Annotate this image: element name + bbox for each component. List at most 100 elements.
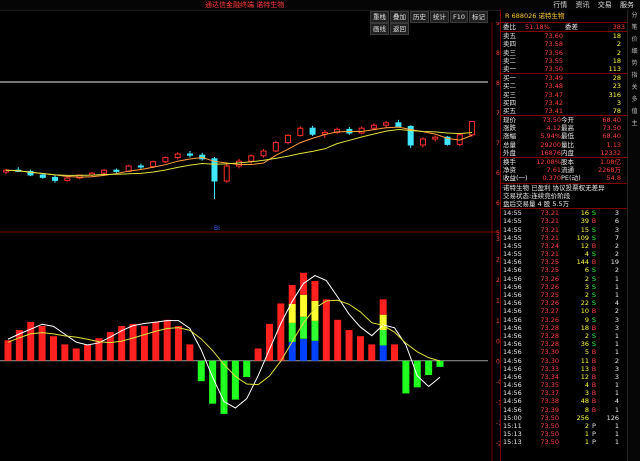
macd-bar xyxy=(197,360,205,382)
tick-volume: 1 xyxy=(584,438,589,447)
stat-value: 54.8 xyxy=(606,174,621,183)
tick-volume: 9 xyxy=(584,315,589,324)
tick-side: S xyxy=(591,233,597,242)
ask-row: 卖五 73.60 18 xyxy=(501,32,627,40)
macd-bar xyxy=(277,303,285,361)
tick-time: 15:13 xyxy=(503,438,522,447)
stat-value: 29200 xyxy=(540,140,561,149)
right-tab[interactable]: 笔 xyxy=(628,22,640,34)
tick-volume: 2 xyxy=(584,331,589,340)
tick-row: 14:55 73.21 16 S 3 xyxy=(501,209,627,217)
tick-time: 14:56 xyxy=(503,307,522,316)
stat-row: 涨跌 4.12 最高 73.50 xyxy=(501,124,627,132)
tick-price: 73.28 xyxy=(540,340,559,349)
tick-price: 73.50 xyxy=(540,413,559,422)
book-volume: 3 xyxy=(616,98,621,107)
tick-price: 73.26 xyxy=(540,315,559,324)
stat-row: 换手 12.08% 股本 1.08亿 xyxy=(501,158,627,166)
note-line: 盘后交易量 4 股 5.5万 xyxy=(503,199,570,208)
tick-count: 2 xyxy=(614,250,619,259)
right-tab[interactable]: 值 xyxy=(628,106,640,118)
tick-side: B xyxy=(591,307,597,316)
tick-side: B xyxy=(591,389,597,398)
right-tab[interactable]: 指 xyxy=(628,70,640,82)
candle-body xyxy=(236,160,242,167)
tick-time: 14:56 xyxy=(503,282,522,291)
tick-volume: 2 xyxy=(584,291,589,299)
tick-time: 14:56 xyxy=(503,389,522,398)
tick-time: 15:00 xyxy=(503,413,522,422)
stat-label: 涨幅 xyxy=(503,132,516,141)
tick-volume: 3 xyxy=(584,282,589,291)
bid-row: 买一 73.49 28 xyxy=(501,74,627,82)
tick-list[interactable]: 14:55 73.21 16 S 3 14:55 73.21 39 B 6 14:55 73.21 15… xyxy=(501,208,627,446)
tick-side: S xyxy=(591,225,597,234)
tick-side: P xyxy=(592,430,596,439)
tick-side: P xyxy=(592,438,596,447)
stock-code: R 688026 xyxy=(505,12,537,20)
tick-row: 14:56 73.28 36 S 1 xyxy=(501,340,627,348)
bid-row: 买三 73.47 316 xyxy=(501,91,627,99)
tick-count: 2 xyxy=(614,307,619,316)
tick-time: 14:55 xyxy=(503,209,522,218)
candle-body xyxy=(432,136,439,140)
tick-count: 1 xyxy=(614,331,619,340)
bid-book: 买一 73.49 28 买二 73.48 23 买三 73.47 316 买四 73.42 3 买五 73… xyxy=(501,73,627,115)
chart-area[interactable]: 90.0085.0080.0075.0070.0065.0060.0055.00… xyxy=(0,22,500,461)
tick-volume: 109 xyxy=(576,233,589,242)
right-tab[interactable]: 价 xyxy=(628,34,640,46)
tick-count: 3 xyxy=(614,323,619,332)
tick-count: 1 xyxy=(614,430,619,439)
ask-row: 卖四 73.58 2 xyxy=(501,40,627,48)
right-tab[interactable]: 细 xyxy=(628,46,640,58)
quote-panel: R 688026 诺特生物 委比 51.18% 委差 383 卖五 73.60 18… xyxy=(500,10,627,461)
tick-time: 14:55 xyxy=(503,225,522,234)
tick-price: 73.35 xyxy=(540,381,559,390)
right-tab[interactable]: 多 xyxy=(628,94,640,106)
right-tab[interactable]: 势 xyxy=(628,58,640,70)
menu-service[interactable]: 服务 xyxy=(620,1,634,9)
menu-trade[interactable]: 交易 xyxy=(598,1,612,9)
book-volume: 78 xyxy=(612,106,621,115)
tick-price: 73.24 xyxy=(540,241,559,250)
macd-bar xyxy=(152,321,160,361)
candle-body xyxy=(419,138,426,146)
menu-quotes[interactable]: 行情 xyxy=(553,1,567,9)
tick-volume: 36 xyxy=(580,340,589,349)
tick-price: 73.27 xyxy=(540,307,559,316)
stat-row: 收益(一) 0.370 PE(动) 54.8 xyxy=(501,174,627,182)
stat-value: 7.61 xyxy=(546,166,561,175)
book-label: 卖四 xyxy=(503,40,516,49)
book-label: 买四 xyxy=(503,98,516,107)
tick-price: 73.21 xyxy=(540,250,559,259)
tick-time: 14:55 xyxy=(503,233,522,242)
right-tab[interactable]: 分 xyxy=(628,10,640,22)
menu-news[interactable]: 资讯 xyxy=(576,1,590,9)
right-tab[interactable]: 主 xyxy=(628,118,640,130)
macd-bar xyxy=(163,319,171,361)
tick-count: 1 xyxy=(614,405,619,414)
tick-volume: 48 xyxy=(580,397,589,406)
tick-count: 2 xyxy=(614,241,619,250)
tick-price: 73.28 xyxy=(540,331,559,340)
tick-count: 4 xyxy=(614,397,619,406)
right-tab[interactable]: 关 xyxy=(628,82,640,94)
ma-line xyxy=(5,126,473,178)
candle-body xyxy=(150,161,157,168)
stat-label: 最高 xyxy=(561,124,574,133)
stat-value: 16876 xyxy=(540,148,561,157)
tick-row: 14:55 73.21 109 S 7 xyxy=(501,234,627,242)
stat-value: 73.50 xyxy=(602,124,621,133)
tick-time: 15:13 xyxy=(503,430,522,439)
tick-volume: 144 xyxy=(576,258,589,267)
book-label: 卖五 xyxy=(503,32,516,41)
tick-row: 14:55 73.21 39 B 6 xyxy=(501,217,627,225)
window-title: 通达信金融终端 诺特生物 xyxy=(205,1,285,9)
stat-row: 涨幅 5.94% 最低 68.40 xyxy=(501,132,627,140)
stat-value: 5.94% xyxy=(540,132,561,141)
tick-price: 73.26 xyxy=(540,274,559,283)
tick-time: 14:56 xyxy=(503,331,522,340)
stock-name: 诺特生物 xyxy=(538,12,565,20)
tick-price: 73.37 xyxy=(540,389,559,398)
tick-side: B xyxy=(591,241,597,250)
